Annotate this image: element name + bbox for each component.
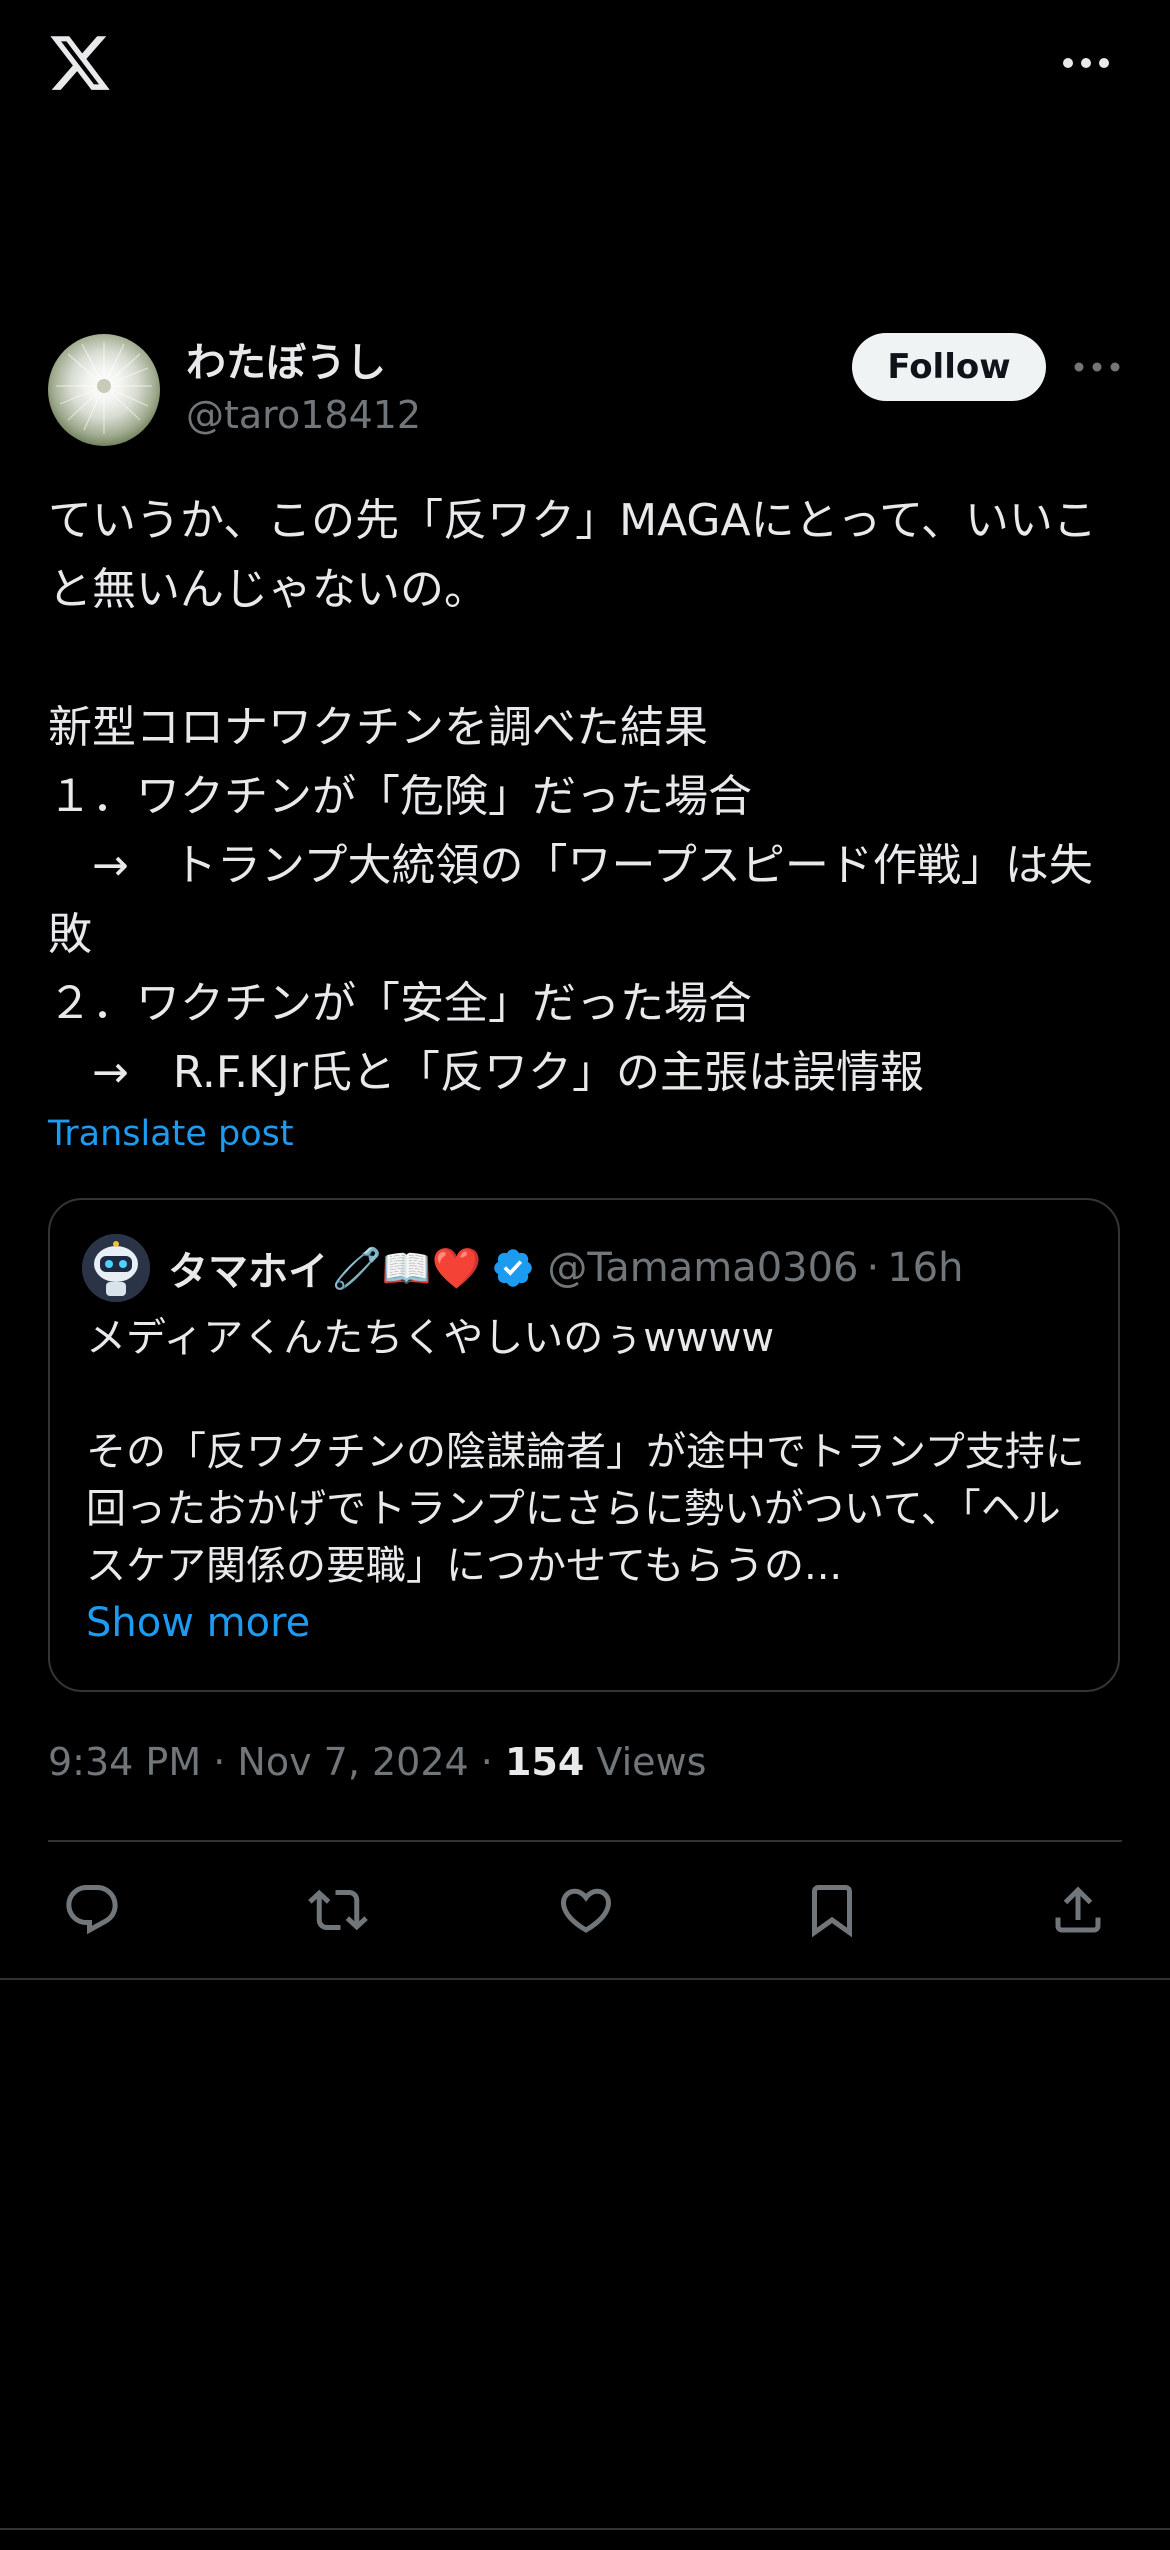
share-button[interactable] [1038,1870,1118,1950]
post-text: ていうか、この先「反ワク」MAGAにとって、いいこと無いんじゃないの。 新型コロ… [48,495,1097,1098]
avatar[interactable] [48,334,160,446]
author-handle[interactable]: @taro18412 [186,393,421,437]
quote-time: 16h [887,1245,964,1291]
translate-post-link[interactable]: Translate post [48,1114,294,1154]
post-date[interactable]: Nov 7, 2024 [237,1740,468,1784]
more-horizontal-icon[interactable] [1062,55,1110,71]
quote-separator: · [866,1245,880,1291]
bookmark-icon [812,1885,852,1938]
like-icon [560,1888,612,1933]
quote-author-emojis: 🧷📖❤️ [332,1245,482,1292]
reply-icon [66,1885,118,1935]
quote-avatar[interactable] [82,1234,150,1302]
divider [48,1840,1122,1842]
quote-text: メディアくんたちくやしいのぅwwww その「反ワクチンの陰謀論者」が途中でトラン… [86,1315,1085,1589]
repost-button[interactable] [298,1870,378,1950]
repost-icon [308,1889,368,1931]
like-button[interactable] [546,1870,626,1950]
views-count: 154 [504,1740,585,1784]
share-icon [1055,1886,1101,1933]
author-name[interactable]: わたぼうし [186,330,386,388]
divider [0,1978,1170,1980]
quote-header: タマホイ 🧷📖❤️ @Tamama0306 · 16h [168,1236,963,1300]
show-more-link[interactable]: Show more [86,1600,310,1646]
views-label: Views [596,1740,707,1784]
quote-author-name[interactable]: タマホイ [168,1239,328,1297]
follow-button[interactable]: Follow [852,333,1046,401]
meta-separator: · [213,1740,226,1784]
top-bar [0,0,1170,130]
x-logo-icon[interactable] [46,30,114,96]
verified-badge-icon [494,1249,533,1287]
post-meta: 9:34 PM · Nov 7, 2024 · 154 Views [48,1740,706,1784]
action-bar [0,1870,1170,1950]
bottom-divider [0,2528,1170,2530]
post-time[interactable]: 9:34 PM [48,1740,201,1784]
meta-separator: · [480,1740,493,1784]
post-more-icon[interactable] [1074,360,1120,374]
bookmark-button[interactable] [792,1870,872,1950]
quoted-post[interactable]: タマホイ 🧷📖❤️ @Tamama0306 · 16h メディアくんたちくやしい… [48,1198,1120,1692]
reply-button[interactable] [52,1870,132,1950]
quote-handle[interactable]: @Tamama0306 [547,1245,858,1291]
